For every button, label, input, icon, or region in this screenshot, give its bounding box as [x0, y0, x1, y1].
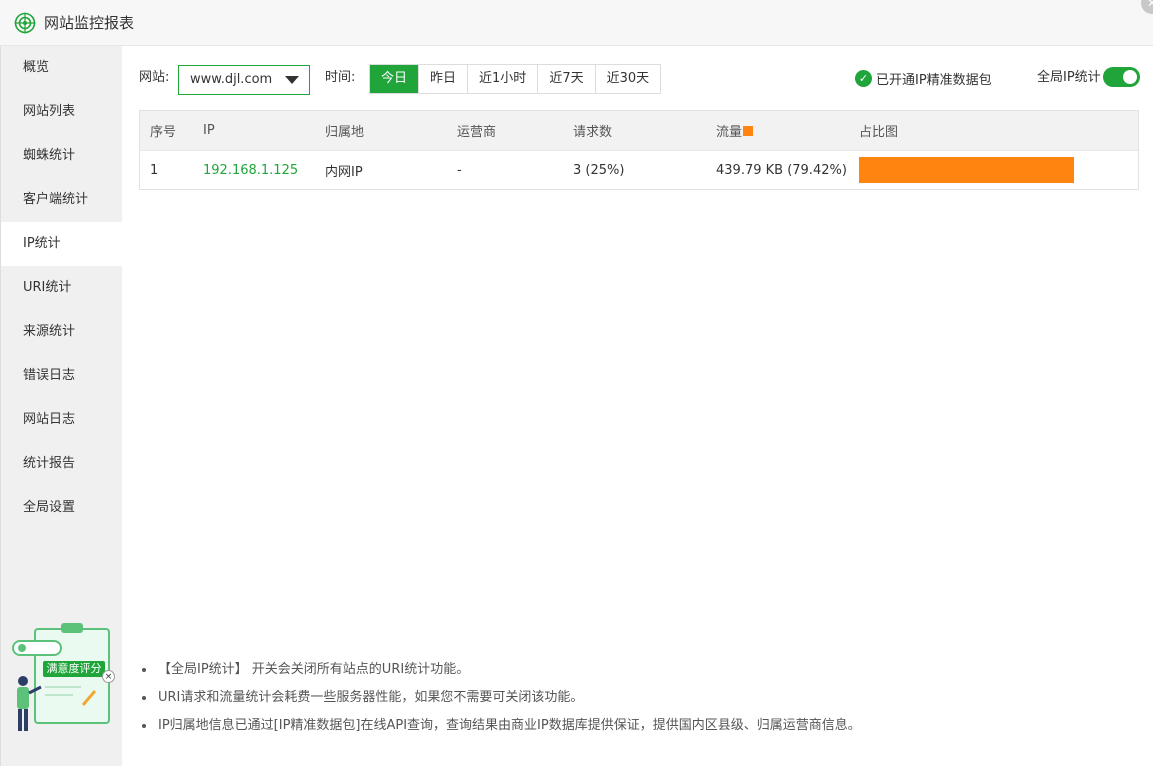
global-ip-stats-label: 全局IP统计 — [1037, 70, 1101, 85]
sidebar-item-client-stats[interactable]: 客户端统计 — [1, 178, 122, 222]
toggle-knob — [1123, 70, 1137, 84]
title-bar: 网站监控报表 — [0, 0, 1153, 46]
table-row: 1 192.168.1.125 内网IP - 3 (25%) 439.79 KB… — [140, 151, 1138, 189]
tab-today[interactable]: 今日 — [370, 65, 419, 93]
sidebar-item-error-log[interactable]: 错误日志 — [1, 354, 122, 398]
column-header-isp: 运营商 — [457, 125, 497, 140]
traffic-legend-swatch — [743, 125, 754, 136]
cell-ip-link[interactable]: 192.168.1.125 — [203, 151, 298, 189]
share-bar-fill — [859, 157, 1074, 183]
cell-location: 内网IP — [325, 164, 363, 180]
ip-pack-status: ✓ 已开通IP精准数据包 — [855, 68, 992, 88]
survey-label: 满意度评分 — [43, 661, 105, 677]
share-bar-track — [859, 157, 1075, 183]
tab-last-hour[interactable]: 近1小时 — [467, 65, 537, 93]
site-select-value: www.djl.com — [190, 72, 273, 87]
site-label: 网站: — [139, 70, 170, 85]
column-header-share: 占比图 — [859, 125, 899, 140]
column-header-ip: IP — [203, 123, 215, 138]
cell-isp: - — [457, 162, 462, 178]
check-circle-icon: ✓ — [855, 69, 872, 87]
sidebar-item-uri-stats[interactable]: URI统计 — [1, 266, 122, 310]
cell-index: 1 — [150, 162, 159, 178]
cell-share — [859, 151, 1075, 189]
window-title: 网站监控报表 — [44, 14, 135, 32]
table-header: 序号 IP 归属地 运营商 请求数 流量 占比图 — [140, 111, 1138, 151]
site-select[interactable]: www.djl.com — [178, 65, 310, 95]
note-item: IP归属地信息已通过[IP精准数据包]在线API查询，查询结果由商业IP数据库提… — [142, 712, 861, 740]
sidebar-item-global-settings[interactable]: 全局设置 — [1, 486, 122, 530]
column-header-index: 序号 — [150, 125, 177, 140]
note-item: 【全局IP统计】 开关会关闭所有站点的URI统计功能。 — [142, 656, 861, 684]
sidebar: 概览 网站列表 蜘蛛统计 客户端统计 IP统计 URI统计 来源统计 错误日志 … — [0, 46, 122, 766]
column-header-location: 归属地 — [325, 125, 365, 140]
sidebar-item-ip-stats[interactable]: IP统计 — [1, 222, 122, 266]
notes-list: 【全局IP统计】 开关会关闭所有站点的URI统计功能。 URI请求和流量统计会耗… — [142, 656, 861, 740]
global-ip-stats-toggle[interactable] — [1103, 67, 1140, 87]
cell-traffic: 439.79 KB (79.42%) — [716, 162, 847, 178]
tab-last-30-days[interactable]: 近30天 — [594, 65, 661, 93]
survey-close-button[interactable]: × — [102, 670, 115, 683]
tab-last-7-days[interactable]: 近7天 — [537, 65, 594, 93]
ip-pack-status-text: 已开通IP精准数据包 — [876, 72, 992, 88]
note-item: URI请求和流量统计会耗费一些服务器性能，如果您不需要可关闭该功能。 — [142, 684, 861, 712]
sidebar-item-site-list[interactable]: 网站列表 — [1, 90, 122, 134]
caret-down-icon — [285, 76, 299, 84]
main-content: 网站: www.djl.com 时间: 今日 昨日 近1小时 近7天 近30天 … — [122, 46, 1153, 766]
time-range-tabs: 今日 昨日 近1小时 近7天 近30天 — [369, 64, 662, 94]
sidebar-item-site-log[interactable]: 网站日志 — [1, 398, 122, 442]
tab-yesterday[interactable]: 昨日 — [418, 65, 467, 93]
close-icon: ✕ — [1146, 0, 1153, 10]
column-header-traffic: 流量 — [716, 111, 754, 150]
column-header-traffic-label: 流量 — [716, 125, 743, 140]
sidebar-item-referrer-stats[interactable]: 来源统计 — [1, 310, 122, 354]
monitor-target-icon — [14, 12, 36, 34]
column-header-requests: 请求数 — [573, 125, 613, 140]
close-icon: × — [104, 672, 113, 682]
ip-stats-table: 序号 IP 归属地 运营商 请求数 流量 占比图 1 192.168.1.125… — [139, 110, 1139, 190]
time-label: 时间: — [325, 70, 356, 85]
cell-requests: 3 (25%) — [573, 162, 625, 178]
survey-illustration-icon — [12, 623, 110, 731]
sidebar-item-overview[interactable]: 概览 — [1, 46, 122, 90]
sidebar-item-report[interactable]: 统计报告 — [1, 442, 122, 486]
satisfaction-survey-widget[interactable]: 满意度评分 × — [11, 621, 115, 737]
sidebar-item-spider-stats[interactable]: 蜘蛛统计 — [1, 134, 122, 178]
